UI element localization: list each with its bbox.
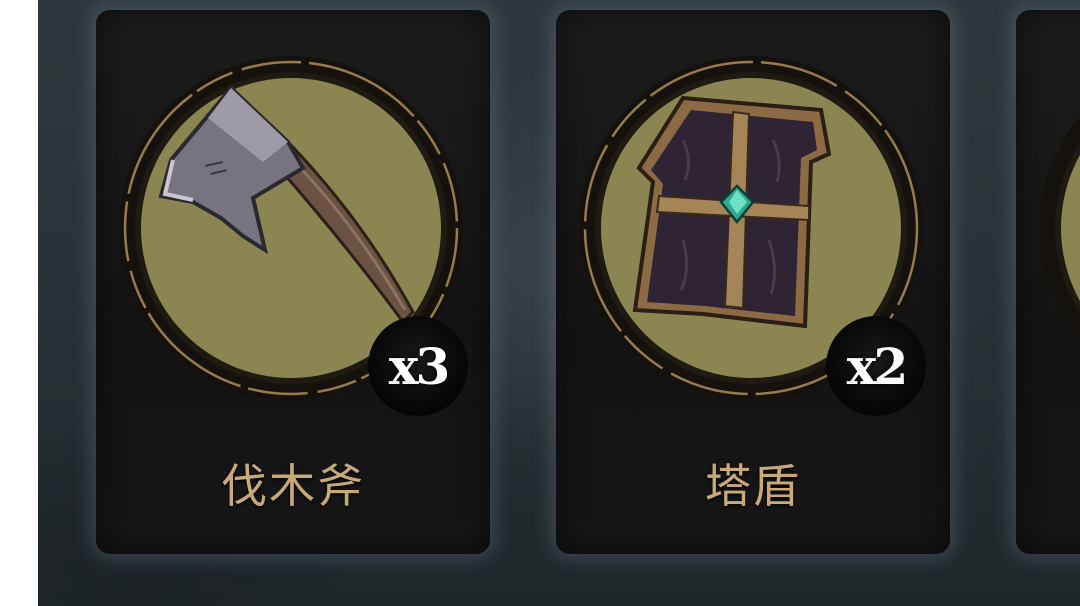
item-name-label: 伐木斧: [221, 459, 365, 513]
item-name-label: 塔盾: [705, 459, 801, 513]
item-card-axe[interactable]: x3 伐木斧: [96, 10, 490, 554]
item-card-shield[interactable]: x2 塔盾: [556, 10, 950, 554]
item-icon: [1039, 116, 1080, 340]
inventory-panel: x3 伐木斧 x2 塔盾: [38, 0, 1080, 606]
item-count-badge: x3: [368, 316, 468, 416]
item-icon-frame: [1033, 50, 1080, 406]
item-count-badge: x2: [826, 316, 926, 416]
item-card-partial[interactable]: [1016, 10, 1080, 554]
